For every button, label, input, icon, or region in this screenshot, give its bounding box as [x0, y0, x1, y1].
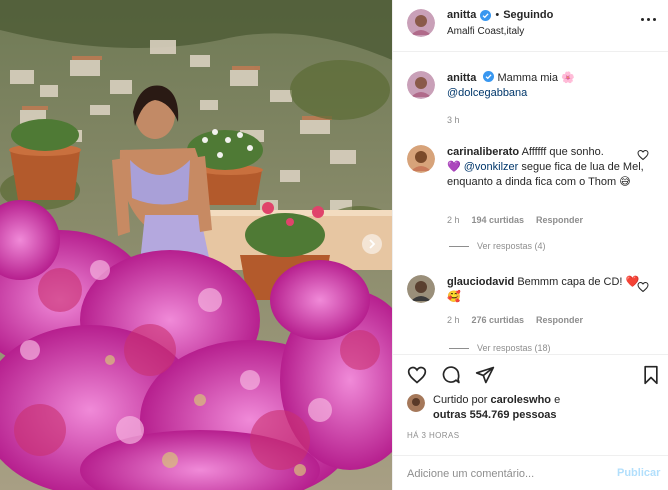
caption-username[interactable]: anitta	[447, 72, 476, 84]
caption-mention[interactable]: @dolcegabbana	[447, 87, 527, 99]
post-side-panel: anitta • Seguindo Amalfi Coast,italy ani…	[392, 0, 668, 490]
following-button[interactable]: Seguindo	[503, 9, 553, 21]
action-icons	[407, 365, 495, 385]
author-line: anitta • Seguindo	[447, 9, 553, 21]
purple-heart-emoji: 💜	[447, 161, 461, 173]
author-username[interactable]: anitta	[447, 9, 476, 21]
likes-summary: Curtido por caroleswho e outras 554.769 …	[407, 393, 560, 423]
comment-like-heart-icon[interactable]	[637, 149, 649, 161]
caption-avatar[interactable]	[407, 71, 435, 99]
comment-body: Bemmm capa de CD!	[517, 276, 623, 288]
liked-by-user[interactable]: caroleswho	[490, 394, 551, 406]
comment-icon[interactable]	[441, 365, 461, 385]
post-location[interactable]: Amalfi Coast,italy	[447, 26, 524, 37]
separator-dot: •	[495, 9, 500, 21]
likes-text: Curtido por caroleswho e outras 554.769 …	[433, 393, 560, 423]
view-replies-label: Ver respostas (18)	[477, 343, 551, 353]
comment-meta: 2 h 276 curtidas Responder	[447, 315, 583, 325]
replies-line	[449, 245, 469, 247]
comment-meta: 2 h 194 curtidas Responder	[447, 215, 583, 225]
liked-by-prefix: Curtido por	[433, 394, 488, 406]
comment-text: carinaliberato Affffff que sonho. 💜 @von…	[447, 145, 647, 190]
author-avatar[interactable]	[407, 9, 435, 37]
verified-badge-icon	[480, 9, 492, 21]
bookmark-icon[interactable]	[641, 365, 661, 385]
post-photo[interactable]	[0, 0, 392, 490]
comment-input[interactable]	[407, 464, 597, 484]
heart-icon[interactable]	[407, 365, 427, 385]
commenter-avatar[interactable]	[407, 145, 435, 173]
amalfi-photo-illustration	[0, 0, 392, 490]
comment-body: Affffff que sonho.	[521, 146, 604, 158]
smiling-hearts-emoji: 🥰	[447, 291, 461, 303]
liker-avatar[interactable]	[407, 394, 425, 412]
comment-text: glauciodavid Bemmm capa de CD! ❤️ 🥰	[447, 275, 647, 305]
comment-username[interactable]: glauciodavid	[447, 276, 514, 288]
comment-username[interactable]: carinaliberato	[447, 146, 519, 158]
view-replies-label: Ver respostas (4)	[477, 241, 546, 251]
more-options-icon[interactable]	[641, 12, 661, 26]
post-timestamp[interactable]: HÁ 3 HORAS	[407, 431, 459, 440]
verified-badge-icon	[483, 71, 495, 82]
comment-time[interactable]: 2 h	[447, 315, 460, 325]
commenter-avatar[interactable]	[407, 275, 435, 303]
caption-text: anitta Mamma mia 🌸 @dolcegabbana	[447, 71, 647, 101]
post-actions: Curtido por caroleswho e outras 554.769 …	[393, 354, 668, 490]
caption-body: Mamma mia	[497, 72, 558, 84]
replies-line	[449, 347, 469, 349]
comment-item: carinaliberato Affffff que sonho. 💜 @von…	[407, 143, 668, 263]
carousel-next-button[interactable]	[362, 234, 382, 254]
liked-by-connector: e	[554, 394, 561, 406]
comment-likes[interactable]: 276 curtidas	[472, 315, 525, 325]
comment-like-heart-icon[interactable]	[637, 281, 649, 293]
chevron-right-icon	[369, 239, 376, 249]
sweat-smile-emoji: 😅	[619, 176, 631, 188]
post-header: anitta • Seguindo Amalfi Coast,italy	[393, 0, 668, 52]
comments-section: anitta Mamma mia 🌸 @dolcegabbana 3 h car…	[393, 53, 668, 353]
comment-mention[interactable]: @vonkilzer	[464, 161, 519, 173]
comment-likes[interactable]: 194 curtidas	[472, 215, 525, 225]
share-icon[interactable]	[475, 365, 495, 385]
caption-meta: 3 h	[447, 115, 460, 125]
caption-time[interactable]: 3 h	[447, 115, 460, 125]
reply-button[interactable]: Responder	[536, 215, 583, 225]
view-replies-button[interactable]: Ver respostas (18)	[449, 343, 551, 353]
comment-time[interactable]: 2 h	[447, 215, 460, 225]
flower-emoji: 🌸	[561, 72, 575, 84]
liked-by-others[interactable]: outras 554.769 pessoas	[433, 409, 557, 421]
add-comment-bar: Publicar	[393, 455, 668, 490]
view-replies-button[interactable]: Ver respostas (4)	[449, 241, 546, 251]
reply-button[interactable]: Responder	[536, 315, 583, 325]
publish-button[interactable]: Publicar	[617, 467, 660, 479]
comment-item: glauciodavid Bemmm capa de CD! ❤️ 🥰 2 h …	[407, 273, 668, 353]
